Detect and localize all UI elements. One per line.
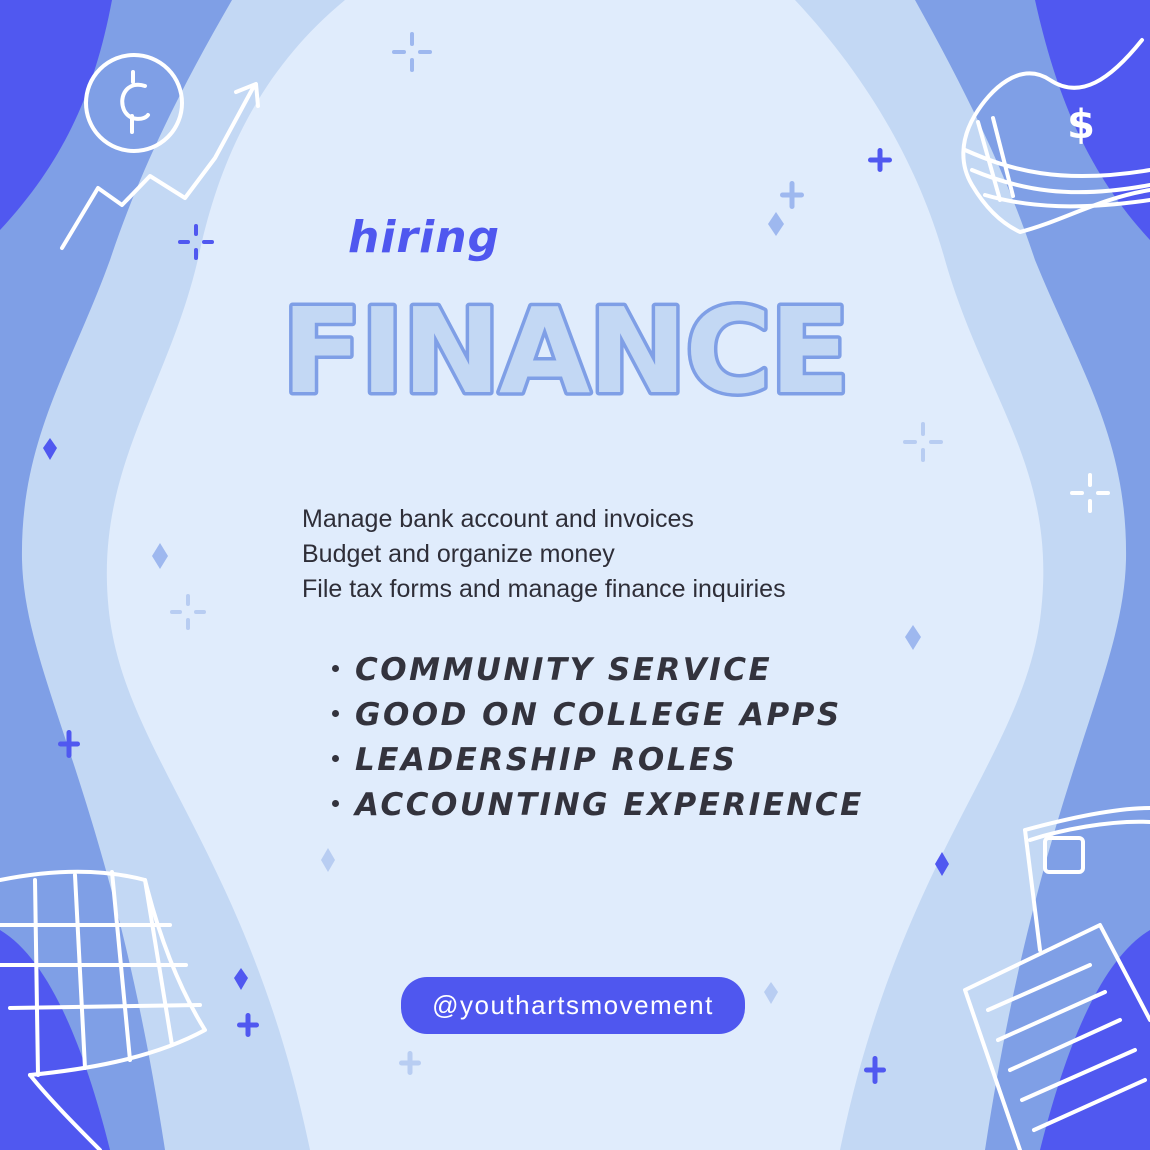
bullet-icon bbox=[332, 665, 339, 672]
finance-headline-text: FINANCE bbox=[282, 282, 849, 420]
bullet-icon bbox=[332, 800, 339, 807]
hiring-tagline: hiring bbox=[348, 212, 501, 263]
duty-item: Manage bank account and invoices bbox=[302, 505, 694, 533]
benefit-item: ACCOUNTING EXPERIENCE bbox=[332, 783, 864, 828]
benefit-label: LEADERSHIP ROLES bbox=[355, 742, 738, 778]
benefit-item: LEADERSHIP ROLES bbox=[332, 738, 864, 783]
duty-item: File tax forms and manage finance inquir… bbox=[302, 575, 786, 603]
benefits-list: COMMUNITY SERVICE GOOD ON COLLEGE APPS L… bbox=[332, 648, 864, 828]
duties-list: Manage bank account and invoices Budget … bbox=[302, 502, 786, 607]
benefit-item: GOOD ON COLLEGE APPS bbox=[332, 693, 864, 738]
bullet-icon bbox=[332, 710, 339, 717]
finance-headline: FINANCE bbox=[278, 280, 854, 424]
duty-item: Budget and organize money bbox=[302, 540, 615, 568]
social-handle-badge: @youthartsmovement bbox=[401, 977, 745, 1034]
benefit-label: COMMUNITY SERVICE bbox=[355, 652, 773, 688]
hiring-poster: $ hiring FINANCE Manage bank account and… bbox=[0, 0, 1150, 1150]
benefit-label: ACCOUNTING EXPERIENCE bbox=[355, 787, 864, 823]
social-handle-text: @youthartsmovement bbox=[432, 990, 714, 1020]
benefit-item: COMMUNITY SERVICE bbox=[332, 648, 864, 693]
benefit-label: GOOD ON COLLEGE APPS bbox=[355, 697, 842, 733]
dollar-sign-icon: $ bbox=[1067, 102, 1095, 148]
bullet-icon bbox=[332, 755, 339, 762]
